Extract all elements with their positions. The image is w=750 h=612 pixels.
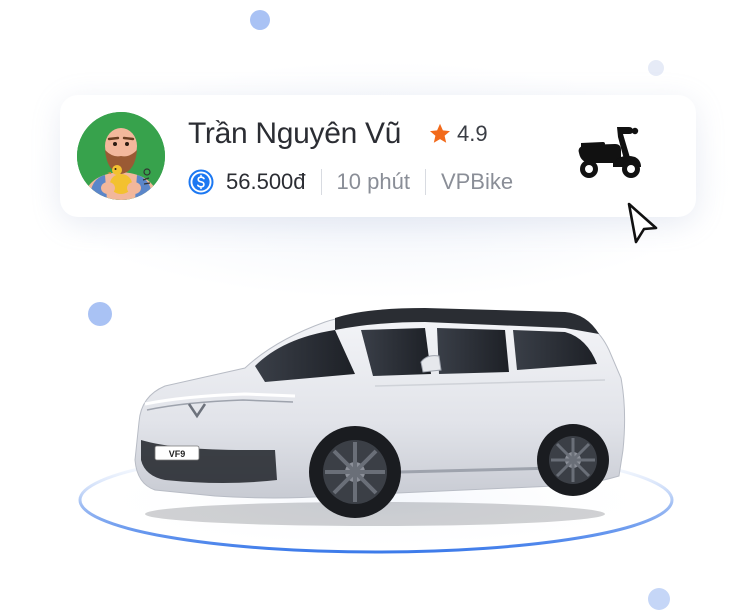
avatar (77, 112, 165, 200)
license-plate: VF9 (169, 449, 186, 459)
trip-eta: 10 phút (336, 169, 410, 194)
car-image: VF9 (134, 308, 626, 526)
scooter-icon (578, 127, 641, 178)
rating: 4.9 (428, 121, 488, 147)
avatar-illustration (77, 112, 165, 200)
driver-card[interactable]: Trần Nguyên Vũ 4.9 56.500đ 10 phút VPBik… (60, 95, 696, 217)
trip-meta: 56.500đ 10 phút VPBike (188, 167, 513, 197)
dollar-coin-icon (188, 169, 214, 195)
star-icon (430, 123, 450, 143)
decor-dot (648, 588, 670, 610)
decor-dot (648, 60, 664, 76)
meta-divider (424, 169, 426, 195)
cursor-icon (627, 202, 658, 244)
meta-divider (320, 169, 322, 195)
trip-price: 56.500đ (226, 169, 306, 194)
service-name: VPBike (440, 169, 514, 194)
driver-name: Trần Nguyên Vũ (188, 117, 402, 150)
decor-dot (250, 10, 270, 30)
decor-dot (88, 302, 112, 326)
rating-value: 4.9 (457, 121, 488, 146)
